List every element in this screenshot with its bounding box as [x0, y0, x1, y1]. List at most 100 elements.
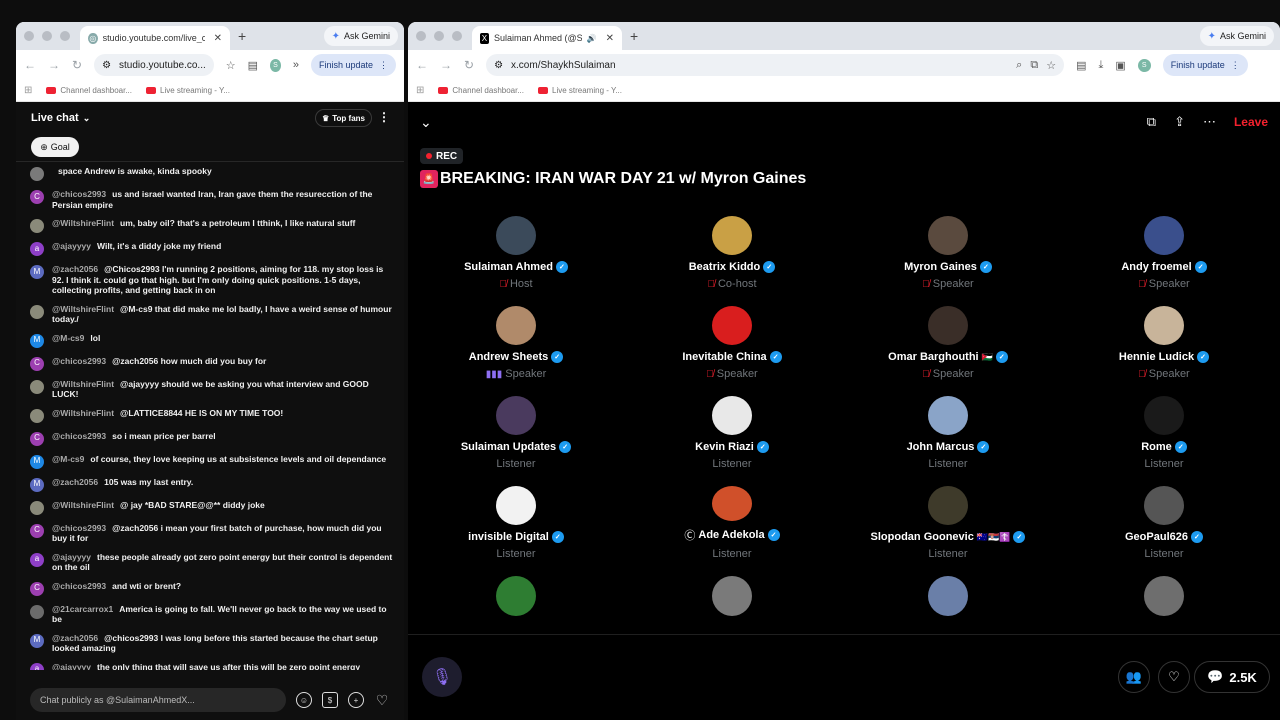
chat-avatar[interactable]: M: [30, 454, 44, 469]
address-bar[interactable]: ⚙ x.com/ShaykhSulaiman ⌕ ⧉ ☆: [486, 54, 1065, 76]
tab-live-chat[interactable]: ◎ studio.youtube.com/live_chat ✕: [80, 26, 230, 50]
participant-avatar[interactable]: [712, 216, 752, 255]
apps-grid-icon[interactable]: ⊞: [24, 85, 32, 96]
chat-message[interactable]: C @chicos2993 and wti or brent?: [30, 581, 394, 596]
cast-icon[interactable]: ▤: [248, 59, 258, 72]
new-tab-button[interactable]: +: [630, 28, 638, 44]
chat-avatar[interactable]: M: [30, 477, 44, 492]
participant-avatar[interactable]: [496, 306, 536, 345]
ask-gemini-button[interactable]: ✦ Ask Gemini: [323, 26, 398, 46]
chat-message[interactable]: @WiltshireFlint @ jay *BAD STARE@@** didd…: [30, 500, 394, 515]
chat-avatar[interactable]: C: [30, 356, 44, 371]
profile-avatar[interactable]: S: [1137, 58, 1151, 72]
ask-gemini-button[interactable]: ✦ Ask Gemini: [1199, 26, 1274, 46]
participant-card[interactable]: Omar Barghouthi 🇯🇴 ✓ 🎙̸ Speaker: [840, 306, 1056, 380]
participant-card[interactable]: Kevin Riazi ✓ Listener: [624, 396, 840, 470]
invite-button[interactable]: ♡: [1158, 661, 1190, 693]
chat-avatar[interactable]: [30, 408, 44, 423]
participant-card[interactable]: [408, 576, 624, 616]
participant-card[interactable]: Sulaiman Ahmed ✓ 🎙̸ Host: [408, 216, 624, 290]
chat-author[interactable]: @chicos2993: [52, 356, 106, 366]
share-icon[interactable]: ⇪: [1174, 114, 1185, 130]
chat-author[interactable]: @ajayyyy: [52, 662, 91, 671]
emoji-icon[interactable]: ☺: [296, 692, 312, 708]
chat-message[interactable]: a @ajayyyy these people already got zero p…: [30, 552, 394, 573]
chat-message[interactable]: M @zach2056 105 was my last entry.: [30, 477, 394, 492]
forward-icon[interactable]: →: [440, 58, 452, 72]
sidepanel-icon[interactable]: ▤: [1076, 59, 1086, 72]
forward-icon[interactable]: →: [48, 58, 60, 72]
chat-message[interactable]: M @zach2056 @chicos2993 I was long before …: [30, 633, 394, 654]
participant-avatar[interactable]: [928, 486, 968, 525]
chat-avatar[interactable]: C: [30, 581, 44, 596]
chat-message[interactable]: a @ajayyyy the only thing that will save u…: [30, 662, 394, 671]
reload-icon[interactable]: ↻: [72, 58, 82, 72]
bookmark-star-icon[interactable]: ☆: [226, 59, 236, 72]
chat-message[interactable]: @21carcarrox1 America is going to fall. W…: [30, 604, 394, 625]
participant-card[interactable]: Andrew Sheets ✓ ▮▮▮ Speaker: [408, 306, 624, 380]
leave-button[interactable]: Leave: [1234, 115, 1268, 129]
participant-avatar[interactable]: [1144, 216, 1184, 255]
finish-update-button[interactable]: Finish update ⋮: [310, 54, 396, 76]
chat-message[interactable]: a @ajayyyy Wilt, it's a diddy joke my frie…: [30, 241, 394, 256]
chat-avatar[interactable]: C: [30, 190, 44, 204]
participant-avatar[interactable]: [712, 486, 752, 521]
chat-avatar[interactable]: M: [30, 333, 44, 348]
chat-avatar[interactable]: C: [30, 523, 44, 538]
chat-author[interactable]: @ajayyyy: [52, 241, 91, 251]
live-chat-title[interactable]: Live chat: [31, 112, 79, 124]
chat-message-list[interactable]: space Andrew is awake, kinda spooky C @chi…: [16, 162, 404, 670]
participant-avatar[interactable]: [712, 396, 752, 435]
super-chat-icon[interactable]: $: [322, 692, 338, 708]
chat-author[interactable]: @chicos2993: [52, 431, 106, 441]
participant-card[interactable]: John Marcus ✓ Listener: [840, 396, 1056, 470]
participant-card[interactable]: GeoPaul626 ✓ Listener: [1056, 486, 1272, 560]
chat-message[interactable]: C @chicos2993 so i mean price per barrel: [30, 431, 394, 446]
chat-message[interactable]: @WiltshireFlint @ajayyyy should we be ask…: [30, 379, 394, 400]
participant-card[interactable]: Myron Gaines ✓ 🎙̸ Speaker: [840, 216, 1056, 290]
chat-input-field[interactable]: Chat publicly as @SulaimanAhmedX...: [30, 688, 286, 712]
chat-avatar[interactable]: [30, 379, 44, 394]
bookmark-live-streaming[interactable]: Live streaming - Y...: [538, 86, 622, 95]
participant-card[interactable]: [840, 576, 1056, 616]
zoom-icon[interactable]: ⌕: [1016, 59, 1022, 72]
new-tab-button[interactable]: +: [238, 28, 246, 44]
participant-card[interactable]: [624, 576, 840, 616]
heart-icon[interactable]: ♡: [374, 692, 390, 708]
chat-message[interactable]: C @chicos2993 us and israel wanted Iran, I…: [30, 189, 394, 210]
chat-author[interactable]: @WiltshireFlint: [52, 500, 114, 510]
chat-author[interactable]: @WiltshireFlint: [52, 304, 114, 314]
chat-avatar[interactable]: [30, 219, 44, 233]
participant-avatar[interactable]: [1144, 576, 1184, 616]
participant-avatar[interactable]: [496, 396, 536, 435]
chat-author[interactable]: @chicos2993: [52, 581, 106, 591]
chat-avatar[interactable]: [30, 167, 44, 181]
participant-card[interactable]: Andy froemel ✓ 🎙̸ Speaker: [1056, 216, 1272, 290]
participant-avatar[interactable]: [928, 396, 968, 435]
participant-avatar[interactable]: [712, 576, 752, 616]
bookmark-live-streaming[interactable]: Live streaming - Y...: [146, 86, 230, 95]
chat-author[interactable]: @M-cs9: [52, 333, 84, 343]
finish-update-button[interactable]: Finish update ⋮: [1162, 54, 1248, 76]
chat-message[interactable]: M @zach2056 @Chicos2993 I'm running 2 posi…: [30, 264, 394, 296]
participant-avatar[interactable]: [496, 216, 536, 255]
chat-message[interactable]: C @chicos2993 @zach2056 i mean your first …: [30, 523, 394, 544]
bookmark-star-icon[interactable]: ☆: [1046, 59, 1056, 72]
top-fans-button[interactable]: ♛ Top fans: [315, 109, 372, 127]
download-icon[interactable]: ⤓: [1098, 59, 1103, 72]
chat-message[interactable]: C @chicos2993 @zach2056 how much did you b…: [30, 356, 394, 371]
chat-author[interactable]: @zach2056: [52, 477, 98, 487]
window-controls[interactable]: [416, 31, 462, 41]
site-settings-icon[interactable]: ⚙: [102, 60, 111, 71]
participant-avatar[interactable]: [712, 306, 752, 345]
install-app-icon[interactable]: ⧉: [1030, 59, 1038, 72]
participant-avatar[interactable]: [928, 216, 968, 255]
participant-card[interactable]: invisible Digital ✓ Listener: [408, 486, 624, 560]
chat-author[interactable]: @WiltshireFlint: [52, 408, 114, 418]
participant-avatar[interactable]: [496, 576, 536, 616]
chat-avatar[interactable]: a: [30, 662, 44, 670]
chat-avatar[interactable]: M: [30, 265, 44, 279]
window-controls[interactable]: [24, 31, 70, 41]
chat-message[interactable]: @WiltshireFlint um, baby oil? that's a pe…: [30, 218, 394, 233]
back-icon[interactable]: ←: [24, 58, 36, 72]
